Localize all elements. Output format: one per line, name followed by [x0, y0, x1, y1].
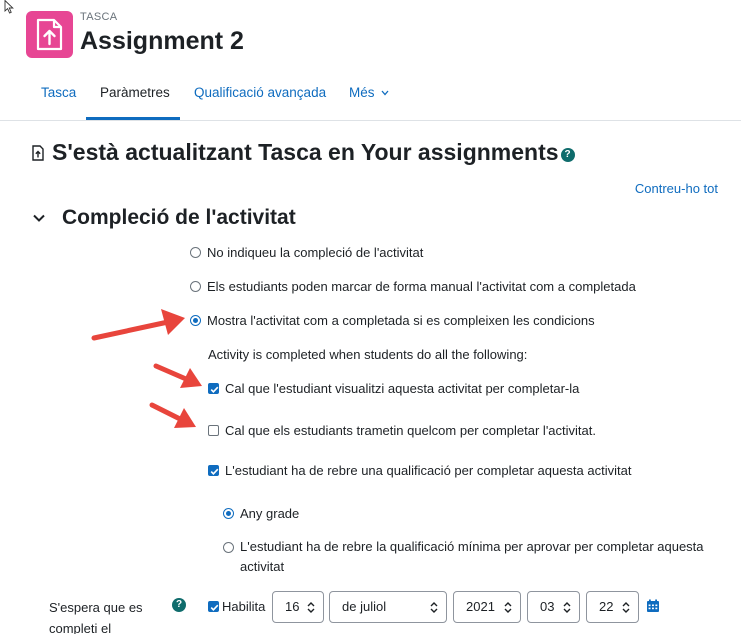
condition-label: Cal que l'estudiant visualitzi aquesta a…: [225, 381, 580, 396]
option-label-line1: L'estudiant ha de rebre la qualificació …: [240, 539, 704, 554]
condition-label: L'estudiant ha de rebre una qualificació…: [225, 463, 632, 478]
help-icon[interactable]: ?: [172, 598, 186, 612]
expected-label-line1: S'espera que es: [49, 600, 143, 615]
tab-tasca[interactable]: Tasca: [41, 85, 76, 100]
mouse-cursor-icon: [4, 0, 14, 14]
expected-completion-label: S'espera que es completi el: [49, 597, 159, 634]
completion-option-conditions[interactable]: Mostra l'activitat com a completada si e…: [190, 313, 595, 328]
annotation-arrow-icon: [149, 402, 196, 428]
select-arrows-icon: [504, 602, 512, 613]
page-heading: S'està actualitzant Tasca en Your assign…: [31, 139, 575, 166]
condition-submit[interactable]: Cal que els estudiants trametin quelcom …: [208, 423, 596, 438]
radio-button[interactable]: [190, 247, 201, 258]
day-select[interactable]: 16: [272, 591, 324, 623]
grade-option-any[interactable]: Any grade: [223, 506, 299, 521]
completion-option-manual[interactable]: Els estudiants poden marcar de forma man…: [190, 279, 636, 294]
collapse-all-link[interactable]: Contreu-ho tot: [635, 181, 718, 196]
chevron-down-icon: [381, 91, 389, 96]
checkbox-checked[interactable]: [208, 465, 219, 476]
minute-value: 22: [599, 599, 614, 614]
condition-label: Cal que els estudiants trametin quelcom …: [225, 423, 596, 438]
secondary-navigation: Tasca Paràmetres Qualificació avançada M…: [0, 72, 741, 121]
select-arrows-icon: [622, 602, 630, 613]
day-value: 16: [285, 599, 300, 614]
page-title: S'està actualitzant Tasca en Your assign…: [52, 139, 559, 165]
grade-option-pass[interactable]: L'estudiant ha de rebre la qualificació …: [223, 539, 704, 577]
annotation-arrow-icon: [153, 363, 202, 388]
annotation-arrow-icon: [91, 309, 185, 341]
section-title: Compleció de l'activitat: [62, 206, 296, 229]
tab-parametres[interactable]: Paràmetres: [100, 85, 170, 100]
enable-date-toggle[interactable]: Habilita: [208, 599, 265, 614]
enable-label: Habilita: [222, 599, 266, 614]
select-arrows-icon: [430, 602, 438, 613]
condition-view[interactable]: Cal que l'estudiant visualitzi aquesta a…: [208, 381, 579, 396]
option-label: Any grade: [240, 506, 300, 521]
minute-select[interactable]: 22: [586, 591, 639, 623]
option-label-line2: activitat: [240, 559, 285, 574]
radio-button[interactable]: [190, 281, 201, 292]
tab-mes[interactable]: Més: [349, 85, 389, 100]
option-label: No indiqueu la compleció de l'activitat: [207, 245, 424, 260]
option-label: Els estudiants poden marcar de forma man…: [207, 279, 636, 294]
hour-select[interactable]: 03: [527, 591, 580, 623]
expected-label-line2: completi el: [49, 621, 112, 634]
radio-button[interactable]: [223, 542, 234, 553]
checkbox[interactable]: [208, 425, 219, 436]
active-tab-indicator: [86, 117, 180, 120]
condition-grade[interactable]: L'estudiant ha de rebre una qualificació…: [208, 463, 631, 478]
month-select[interactable]: de juliol: [329, 591, 447, 623]
conditions-intro: Activity is completed when students do a…: [208, 347, 528, 362]
select-arrows-icon: [307, 602, 315, 613]
completion-option-none[interactable]: No indiqueu la compleció de l'activitat: [190, 245, 423, 260]
activity-title: Assignment 2: [80, 27, 244, 55]
assignment-icon: [32, 144, 44, 161]
month-value: de juliol: [342, 599, 387, 614]
hour-value: 03: [540, 599, 555, 614]
year-select[interactable]: 2021: [453, 591, 521, 623]
radio-button-selected[interactable]: [223, 508, 234, 519]
select-arrows-icon: [563, 602, 571, 613]
tab-mes-label: Més: [349, 85, 375, 100]
checkbox-checked[interactable]: [208, 601, 219, 612]
help-icon[interactable]: ?: [560, 147, 575, 162]
tab-qualificacio-avancada[interactable]: Qualificació avançada: [194, 85, 326, 100]
option-label: Mostra l'activitat com a completada si e…: [207, 313, 595, 328]
activity-type-label: TASCA: [80, 11, 118, 23]
radio-button-selected[interactable]: [190, 315, 201, 326]
chevron-down-icon: [33, 214, 45, 222]
year-value: 2021: [466, 599, 495, 614]
assignment-upload-icon: [26, 11, 73, 58]
calendar-icon[interactable]: [646, 599, 660, 613]
checkbox-checked[interactable]: [208, 383, 219, 394]
completion-section-header[interactable]: Compleció de l'activitat: [32, 206, 296, 230]
